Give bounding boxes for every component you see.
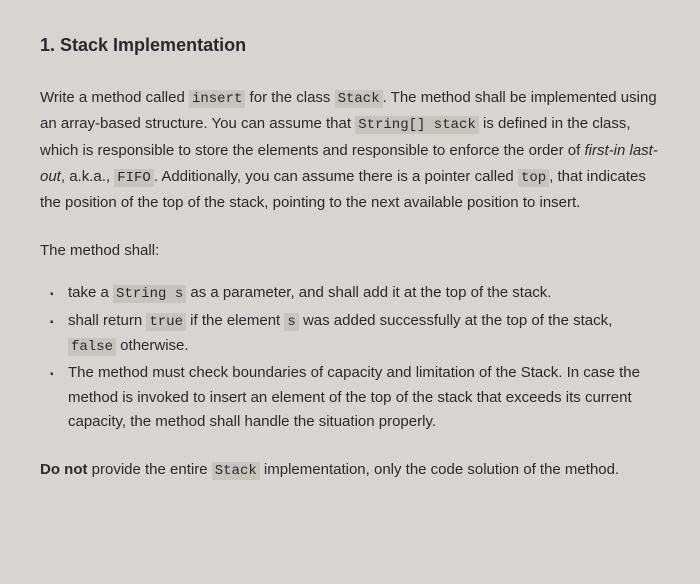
text: take a [68,284,113,301]
text: Write a method called [40,89,189,106]
code-true: true [146,313,186,331]
code-top: top [518,169,549,187]
code-stack-footer: Stack [212,462,260,480]
code-s: s [284,313,298,331]
code-string-s: String s [113,285,186,303]
text: as a parameter, and shall add it at the … [186,284,551,301]
code-fifo: FIFO [114,169,154,187]
code-stack: Stack [335,90,383,108]
method-shall-heading: The method shall: [40,238,660,264]
text: was added successfully at the top of the… [299,312,613,329]
text-bold: Do not [40,461,87,478]
list-item: take a String s as a parameter, and shal… [68,281,660,306]
footer-note: Do not provide the entire Stack implemen… [40,457,660,484]
section-heading: 1. Stack Implementation [40,30,660,61]
code-insert: insert [189,90,245,108]
text: if the element [186,312,284,329]
text: provide the entire [87,461,211,478]
list-item: shall return true if the element s was a… [68,309,660,359]
text: for the class [245,89,334,106]
list-item: The method must check boundaries of capa… [68,361,660,435]
intro-paragraph: Write a method called insert for the cla… [40,85,660,216]
text: . Additionally, you can assume there is … [154,168,518,185]
code-false: false [68,338,116,356]
requirements-list: take a String s as a parameter, and shal… [40,281,660,435]
text: shall return [68,312,146,329]
text: implementation, only the code solution o… [260,461,619,478]
text: , a.k.a., [61,168,114,185]
code-string-array: String[] stack [355,116,479,134]
text: otherwise. [116,337,189,354]
